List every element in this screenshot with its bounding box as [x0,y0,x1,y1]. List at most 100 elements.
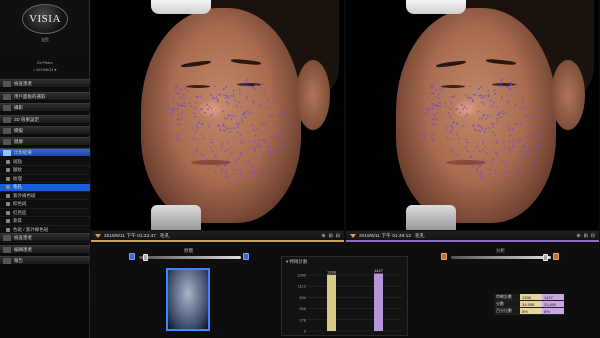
dropdown-arrow-icon[interactable] [350,233,356,238]
pore-marker [232,89,235,92]
pore-marker [503,172,506,175]
left-image-panel[interactable] [91,0,344,230]
zoom-icon[interactable]: ⊕ [321,233,325,239]
pore-marker [258,139,261,142]
chart-title[interactable]: ▾ 特徵計數 [286,259,308,265]
pore-marker [477,129,480,132]
sidebar-bottom-menu-item[interactable]: 報告 [0,256,90,265]
right-caption-bar: 2019/6/11 下午 01:49:13 毛孔 ⊕ ⊞ ⊟ [346,231,599,240]
slider-right-button[interactable] [243,253,249,260]
sidebar-menu-item[interactable]: 3D 效果設定 [0,115,90,124]
pore-marker [199,95,202,97]
left-slider-knob[interactable] [143,254,148,261]
grid-icon[interactable]: ⊞ [584,233,588,239]
pore-marker [488,172,491,175]
pore-marker [238,122,240,125]
pore-marker [432,123,434,126]
pore-marker [171,107,174,110]
bullet-icon [6,159,10,164]
pore-marker [518,140,521,143]
pore-marker [484,146,487,149]
bar[interactable] [327,274,336,331]
sidebar-subitem[interactable]: 紅色區 [0,209,90,217]
sidebar-menu-label: 檢查患者 [14,234,32,240]
pore-marker [265,150,268,152]
pore-marker [517,139,520,142]
right-image-panel[interactable] [346,0,599,230]
sidebar-menu-item[interactable]: 健康 [0,137,90,146]
pore-marker [248,147,251,149]
compare-icon[interactable]: ⊟ [591,233,595,239]
pore-marker [481,127,484,130]
pore-marker [176,87,178,89]
pore-marker [539,137,542,140]
pore-marker [525,153,527,156]
zoom-icon[interactable]: ⊕ [576,233,580,239]
pore-marker [260,171,263,174]
table-cell: 1427 [542,294,564,300]
pore-marker [177,133,180,136]
bullet-icon [6,210,10,215]
right-slider-track[interactable] [451,256,551,259]
right-caption[interactable]: 2019/6/11 下午 01:49:13 [359,232,411,239]
sidebar-subitem[interactable]: 紋理 [0,175,90,183]
sidebar-subitem[interactable]: 皺紋 [0,166,90,175]
pore-marker [224,175,227,178]
sidebar-menu-item[interactable]: 模擬 [0,126,90,135]
pore-marker [180,103,183,106]
left-caption[interactable]: 2019/6/11 下午 01:22:47 [104,232,156,239]
compare-icon[interactable]: ⊟ [336,233,340,239]
pore-marker [175,84,178,87]
sidebar-subitem[interactable]: 紫質 [0,217,90,226]
sidebar-subitem[interactable]: 毛孔 [0,183,90,192]
pore-marker [509,150,512,153]
sidebar-menu-label: 檢查患者 [14,80,32,86]
pore-marker [226,172,229,175]
sidebar-menu-item[interactable]: 用戶面板的選取 [0,92,90,101]
pore-marker [432,92,435,95]
pore-marker [534,148,537,151]
sidebar-subitem[interactable]: 棕色斑 [0,200,90,209]
pore-marker [463,106,466,108]
pore-marker [211,141,213,144]
pore-marker [285,113,288,116]
chart-svg: 0 278 556 834 1112 1390 1396 1427 [297,268,402,334]
pore-marker [180,95,182,98]
sidebar-menu-item[interactable]: 檢查患者 [0,79,90,88]
thumbnail-image[interactable] [166,268,210,331]
pore-marker [268,145,271,148]
sidebar-menu-label: 報告 [14,257,23,263]
left-underline [91,240,344,242]
sidebar-subitem[interactable]: 紫外線色斑 [0,192,90,200]
right-slider-knob[interactable] [543,254,548,261]
pore-marker [489,160,492,163]
pore-marker [264,107,267,110]
sidebar-menu-item[interactable]: 攝影 [0,103,90,112]
grid-icon[interactable]: ⊞ [329,233,333,239]
sidebar-menu-item[interactable]: 比對結果 [0,148,90,157]
pore-marker [457,155,459,157]
pore-marker [505,165,508,168]
bar[interactable] [374,273,383,331]
pore-marker [245,116,247,119]
pore-marker [270,157,272,160]
dropdown-arrow-icon[interactable] [95,233,101,238]
slider-left-button[interactable] [129,253,135,260]
right-slider-right-button[interactable] [553,253,559,260]
pore-marker [423,131,426,133]
right-slider-left-button[interactable] [441,253,447,260]
pore-marker [237,125,239,128]
sidebar-subitem[interactable]: 斑點 [0,158,90,166]
pore-marker [503,147,506,149]
sidebar-menu-label: 編輯患者 [14,246,32,252]
sidebar-subitem-label: 毛孔 [13,184,22,189]
table-row: 特徵計數 1396 1427 [494,294,564,301]
pore-marker [437,104,439,107]
left-slider-track[interactable] [139,256,241,259]
sidebar-bottom-menu-item[interactable]: 檢查患者 [0,233,90,242]
table-cell: 1396 [520,294,542,300]
pore-marker [496,114,499,117]
pore-marker [508,146,511,149]
user-date[interactable]: • 2019/6/11 ▾ [0,67,90,72]
sidebar-bottom-menu-item[interactable]: 編輯患者 [0,245,90,254]
